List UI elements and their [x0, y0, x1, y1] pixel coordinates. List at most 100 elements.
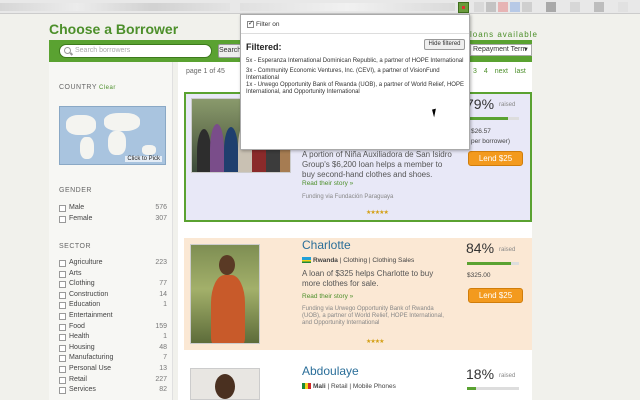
country-heading: COUNTRY Clear	[59, 84, 116, 91]
search-icon	[64, 47, 71, 54]
checkbox[interactable]	[59, 323, 66, 331]
photo-figure	[197, 129, 211, 172]
filter-label: Manufacturing	[69, 354, 114, 362]
filter-sector-item[interactable]: Education 1	[59, 301, 167, 311]
checkbox[interactable]	[59, 205, 66, 212]
extension-icon[interactable]	[458, 2, 469, 13]
page-title: Choose a Borrower	[49, 21, 179, 37]
loan-description: A loan of $325 helps Charlotte to buy mo…	[302, 269, 434, 288]
pager-next[interactable]: next	[495, 68, 508, 75]
filter-sector-item[interactable]: Manufacturing 7	[59, 354, 167, 364]
lend-button[interactable]: Lend $25	[468, 288, 523, 303]
pager-last[interactable]: last	[515, 68, 526, 75]
loan-country[interactable]: Rwanda	[313, 257, 338, 264]
filter-sector-item[interactable]: Agriculture 223	[59, 259, 167, 269]
photo-figure	[215, 374, 235, 399]
country-heading-label: COUNTRY	[59, 84, 97, 91]
toolbar-icon[interactable]	[510, 2, 520, 12]
percent-raised: 18%	[466, 366, 495, 382]
checkbox[interactable]	[59, 334, 66, 342]
partner-rating-stars: ★★★★	[366, 339, 384, 345]
borrower-photo[interactable]	[190, 368, 260, 400]
map-pick-label: Click to Pick	[125, 156, 162, 162]
filter-gender-male[interactable]: Male 576	[59, 204, 167, 214]
borrower-photo[interactable]	[190, 244, 260, 344]
filter-gender-female[interactable]: Female 307	[59, 215, 167, 225]
filter-sector-item[interactable]: Health 1	[59, 333, 167, 343]
checkbox[interactable]	[59, 366, 66, 373]
checkbox[interactable]	[59, 376, 66, 384]
loan-sector[interactable]: | Retail | Mobile Phones	[327, 383, 395, 390]
map-land	[108, 131, 126, 155]
photo-figure	[219, 255, 235, 275]
hide-filtered-button[interactable]: Hide filtered	[424, 39, 465, 50]
map-land	[142, 145, 156, 155]
progress-fill	[467, 387, 477, 390]
loan-description: A portion of Niña Auxiliadora de San Isi…	[302, 150, 452, 179]
filter-count: 1	[163, 301, 167, 309]
toolbar-icon[interactable]	[498, 2, 508, 12]
filter-sector-item[interactable]: Arts	[59, 270, 167, 280]
checkbox[interactable]	[59, 216, 66, 223]
filter-on-label: Filter on	[256, 21, 280, 29]
clear-country-link[interactable]: Clear	[99, 85, 116, 91]
toolbar-icon[interactable]	[474, 2, 484, 12]
search-button[interactable]: Search	[218, 44, 242, 58]
loan-country[interactable]: Mali	[313, 383, 326, 390]
search-input[interactable]: Search borrowers	[59, 44, 212, 58]
checkbox[interactable]	[59, 281, 66, 289]
progress-bar	[467, 117, 519, 120]
filter-label: Health	[69, 333, 90, 341]
checkbox[interactable]	[59, 260, 66, 267]
pager-link[interactable]: 3	[473, 68, 477, 75]
filter-label: Construction	[69, 290, 109, 298]
checkbox[interactable]	[59, 302, 66, 310]
progress-fill	[467, 117, 509, 120]
pager-link[interactable]: 4	[484, 68, 488, 75]
checkbox[interactable]	[59, 355, 66, 363]
filter-sector-item[interactable]: Services 82	[59, 386, 167, 396]
filter-sector-item[interactable]: Clothing 77	[59, 280, 167, 290]
filter-sector-item[interactable]: Retail 227	[59, 376, 167, 386]
filter-count: 82	[159, 386, 167, 394]
filter-sector-item[interactable]: Entertainment	[59, 312, 167, 322]
toolbar-icon[interactable]	[486, 2, 496, 12]
filtered-partner-item: 5x - Esperanza International Dominican R…	[246, 58, 464, 64]
filter-on-toggle[interactable]: Filter on	[247, 19, 280, 29]
filtered-heading: Filtered:	[246, 42, 282, 52]
filter-count: 7	[163, 354, 167, 362]
photo-figure	[210, 124, 224, 172]
toolbar-icon[interactable]	[546, 2, 556, 12]
filter-sector-item[interactable]: Housing 48	[59, 344, 167, 354]
photo-figure	[224, 127, 238, 172]
read-story-link[interactable]: Read their story »	[302, 180, 353, 187]
toolbar-icon[interactable]	[618, 2, 628, 12]
checkbox[interactable]	[59, 270, 66, 278]
loan-meta: Mali | Retail | Mobile Phones	[302, 383, 396, 390]
sort-select[interactable]: Repayment Term ▼	[470, 44, 532, 56]
loan-sector[interactable]: | Clothing | Clothing Sales	[340, 257, 415, 264]
checkbox[interactable]	[59, 313, 66, 320]
filter-sector-item[interactable]: Personal Use 13	[59, 365, 167, 375]
country-map[interactable]: Click to Pick	[59, 106, 166, 165]
filter-label: Retail	[69, 375, 87, 383]
browser-toolbar	[0, 0, 640, 14]
loan-amount: $26.57	[471, 128, 491, 135]
filter-label: Agriculture	[69, 259, 103, 266]
borrower-name[interactable]: Charlotte	[302, 238, 351, 252]
loans-available-label: loans available	[470, 30, 538, 39]
filter-sector-item[interactable]: Food 159	[59, 323, 167, 333]
checkbox[interactable]	[59, 291, 66, 299]
progress-bar	[467, 262, 519, 265]
borrower-name[interactable]: Abdoulaye	[302, 364, 359, 378]
toolbar-icon[interactable]	[522, 2, 532, 12]
lend-button[interactable]: Lend $25	[468, 151, 523, 166]
filter-sector-item[interactable]: Construction 14	[59, 291, 167, 301]
toolbar-icon[interactable]	[594, 2, 604, 12]
read-story-link[interactable]: Read their story »	[302, 293, 353, 300]
checkbox[interactable]	[59, 387, 66, 395]
filter-on-checkbox[interactable]	[247, 19, 254, 28]
toolbar-icon[interactable]	[570, 2, 580, 12]
address-bar[interactable]	[0, 3, 230, 11]
checkbox[interactable]	[59, 344, 66, 352]
